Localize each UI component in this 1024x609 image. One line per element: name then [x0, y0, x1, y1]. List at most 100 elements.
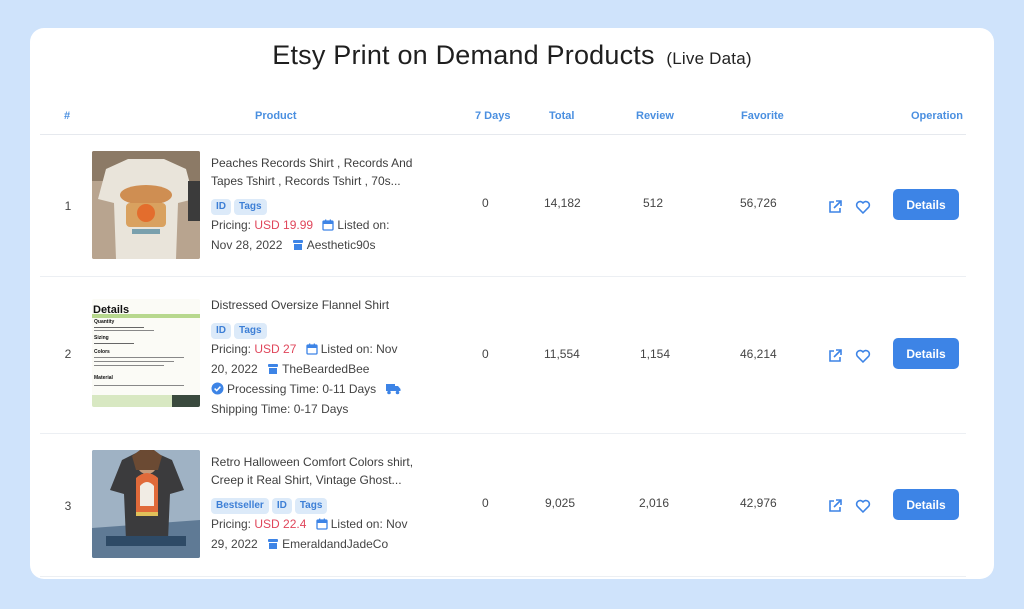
calendar-icon — [322, 218, 335, 236]
product-title-line: Tapes Tshirt , Records Tshirt , 70s... — [211, 174, 401, 188]
product-thumbnail[interactable] — [92, 151, 200, 259]
heart-icon[interactable] — [855, 498, 871, 514]
pricing-label: Pricing: — [211, 517, 252, 531]
tag-group: Bestseller ID Tags — [211, 495, 436, 514]
thumb-label: Colors — [94, 349, 110, 355]
row-index: 2 — [64, 347, 72, 361]
product-title[interactable]: Retro Halloween Comfort Colors shirt, Cr… — [211, 453, 436, 489]
product-info: Peaches Records Shirt , Records And Tape… — [211, 154, 436, 256]
favorite-value: 42,976 — [740, 496, 777, 510]
listed-shop-line: Nov 28, 2022 Aesthetic90s — [211, 236, 436, 256]
truck-icon — [385, 382, 401, 400]
favorite-value: 46,214 — [740, 347, 777, 361]
details-button[interactable]: Details — [893, 338, 959, 369]
days7-value: 0 — [482, 496, 489, 510]
product-thumbnail[interactable] — [92, 450, 200, 558]
thumb-label: Material — [94, 375, 113, 381]
review-value: 1,154 — [640, 347, 671, 361]
listed-date-part: Nov — [376, 342, 398, 356]
tag-tags[interactable]: Tags — [294, 498, 328, 514]
product-title-line: Creep it Real Shirt, Vintage Ghost... — [211, 473, 402, 487]
listed-label: Listed on: — [320, 342, 373, 356]
product-info: Retro Halloween Comfort Colors shirt, Cr… — [211, 453, 436, 555]
product-title[interactable]: Distressed Oversize Flannel Shirt — [211, 296, 436, 314]
days7-value: 0 — [482, 347, 489, 361]
details-button[interactable]: Details — [893, 489, 959, 520]
col-7days[interactable]: 7 Days — [475, 110, 510, 122]
price-value: USD 19.99 — [254, 218, 314, 232]
row-index: 3 — [64, 499, 72, 513]
shop-name[interactable]: Aesthetic90s — [307, 238, 376, 252]
halloween-shirt-photo-image — [92, 450, 200, 558]
listed-shop-line: 20, 2022 TheBeardedBee — [211, 360, 436, 380]
page-title: Etsy Print on Demand Products (Live Data… — [30, 40, 994, 71]
col-operation[interactable]: Operation — [911, 110, 963, 122]
col-product[interactable]: Product — [255, 110, 297, 122]
title-text: Etsy Print on Demand Products — [272, 40, 655, 70]
shop-icon — [292, 238, 304, 256]
listed-shop-line: 29, 2022 EmeraldandJadeCo — [211, 535, 436, 555]
external-link-icon[interactable] — [827, 498, 843, 514]
product-title[interactable]: Peaches Records Shirt , Records And Tape… — [211, 154, 436, 190]
calendar-icon — [306, 342, 318, 360]
title-subtitle: (Live Data) — [666, 49, 752, 68]
total-value: 11,554 — [544, 347, 580, 361]
total-value: 9,025 — [545, 496, 576, 510]
heart-icon[interactable] — [855, 199, 871, 215]
product-info: Distressed Oversize Flannel Shirt ID Tags… — [211, 296, 436, 418]
review-value: 2,016 — [639, 496, 670, 510]
product-title-line: Peaches Records Shirt , Records And — [211, 156, 413, 170]
table-row: 1 Peaches Records Shirt , Records And Ta… — [40, 134, 966, 277]
external-link-icon[interactable] — [827, 348, 843, 364]
pricing-line: Pricing: USD 19.99 Listed on: — [211, 216, 436, 236]
tag-id[interactable]: ID — [271, 498, 292, 514]
pricing-line: Pricing: USD 27 Listed on: Nov — [211, 340, 436, 360]
tag-bestseller[interactable]: Bestseller — [211, 498, 269, 514]
product-thumbnail[interactable]: Details Quantity Sizing Colors Material — [92, 299, 200, 407]
table-row: 3 Retro Halloween Comfort Colors shirt, … — [40, 433, 966, 577]
external-link-icon[interactable] — [827, 199, 843, 215]
favorite-value: 56,726 — [740, 196, 777, 210]
listed-date-part: Nov — [386, 517, 408, 531]
tag-id[interactable]: ID — [211, 199, 231, 215]
col-review[interactable]: Review — [636, 110, 674, 122]
shop-icon — [267, 537, 279, 555]
tag-group: ID Tags — [211, 320, 436, 339]
tshirt-photo-image — [92, 151, 200, 259]
col-favorite[interactable]: Favorite — [741, 110, 784, 122]
table-row: 2 Details Quantity Sizing Colors Materia… — [40, 276, 966, 434]
listed-date-part: 20, 2022 — [211, 362, 258, 376]
price-value: USD 27 — [254, 342, 297, 356]
product-title-line: Distressed Oversize Flannel Shirt — [211, 298, 390, 312]
check-circle-icon — [211, 382, 224, 400]
pricing-line: Pricing: USD 22.4 Listed on: Nov — [211, 515, 436, 535]
listed-date-part: 29, 2022 — [211, 537, 258, 551]
processing-time: Processing Time: 0-11 Days — [227, 382, 377, 396]
price-value: USD 22.4 — [254, 517, 307, 531]
tag-tags[interactable]: Tags — [234, 323, 267, 339]
calendar-icon — [316, 517, 328, 535]
product-title-line: Retro Halloween Comfort Colors shirt, — [211, 455, 414, 469]
pricing-label: Pricing: — [211, 342, 252, 356]
tag-id[interactable]: ID — [211, 323, 231, 339]
thumb-heading: Details — [93, 304, 130, 316]
listed-label: Listed on: — [330, 517, 383, 531]
row-index: 1 — [64, 199, 72, 213]
shop-icon — [267, 362, 279, 380]
listed-date: Nov 28, 2022 — [211, 238, 283, 252]
col-total[interactable]: Total — [549, 110, 574, 122]
listed-label: Listed on: — [337, 218, 390, 232]
shop-name[interactable]: TheBeardedBee — [282, 362, 369, 376]
details-button[interactable]: Details — [893, 189, 959, 220]
heart-icon[interactable] — [855, 348, 871, 364]
review-value: 512 — [643, 196, 664, 210]
thumb-label: Sizing — [94, 335, 109, 341]
shop-name[interactable]: EmeraldandJadeCo — [282, 537, 388, 551]
products-card: Etsy Print on Demand Products (Live Data… — [30, 28, 994, 579]
total-value: 14,182 — [544, 196, 581, 210]
col-index[interactable]: # — [64, 110, 70, 122]
days7-value: 0 — [482, 196, 489, 210]
table-header: # Product 7 Days Total Review Favorite O… — [40, 104, 966, 135]
tag-group: ID Tags — [211, 196, 436, 215]
tag-tags[interactable]: Tags — [234, 199, 267, 215]
